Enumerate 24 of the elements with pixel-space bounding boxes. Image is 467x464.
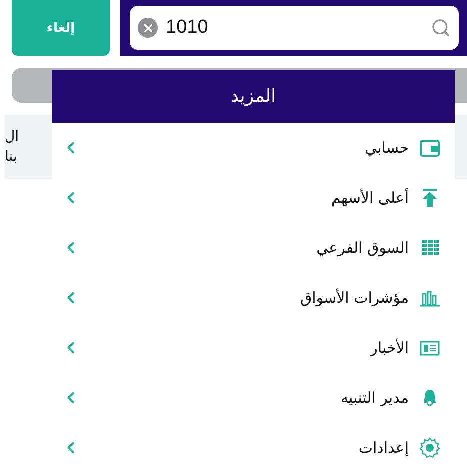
wallet-icon (419, 137, 441, 159)
menu-title: المزيد (52, 70, 455, 123)
search-icon (431, 18, 451, 38)
row-text: ال (5, 129, 20, 145)
menu-item-label: إعدادات (358, 439, 409, 457)
menu-item[interactable]: أعلى الأسهم (52, 173, 455, 223)
clear-button[interactable] (138, 18, 158, 38)
row-text: بنا (5, 149, 18, 165)
settings-icon (419, 437, 441, 459)
menu-item[interactable]: مؤشرات الأسواق (52, 273, 455, 323)
close-icon (142, 22, 154, 34)
menu-item-label: السوق الفرعي (316, 239, 409, 257)
menu-item[interactable]: حسابي (52, 123, 455, 173)
menu-item[interactable]: مدير التنبيه (52, 373, 455, 423)
menu-item[interactable]: إعدادات (52, 423, 455, 464)
menu-item[interactable]: الأخبار (52, 323, 455, 373)
menu-item-label: مؤشرات الأسواق (300, 289, 409, 307)
menu-item-label: الأخبار (370, 339, 409, 357)
search-input[interactable]: 1010 (164, 16, 425, 40)
menu-item-label: أعلى الأسهم (331, 189, 409, 207)
menu-item[interactable]: السوق الفرعي (52, 223, 455, 273)
menu-item-label: حسابي (365, 139, 409, 157)
menu-item-label: مدير التنبيه (340, 389, 409, 407)
search-field[interactable]: 1010 (130, 6, 459, 50)
